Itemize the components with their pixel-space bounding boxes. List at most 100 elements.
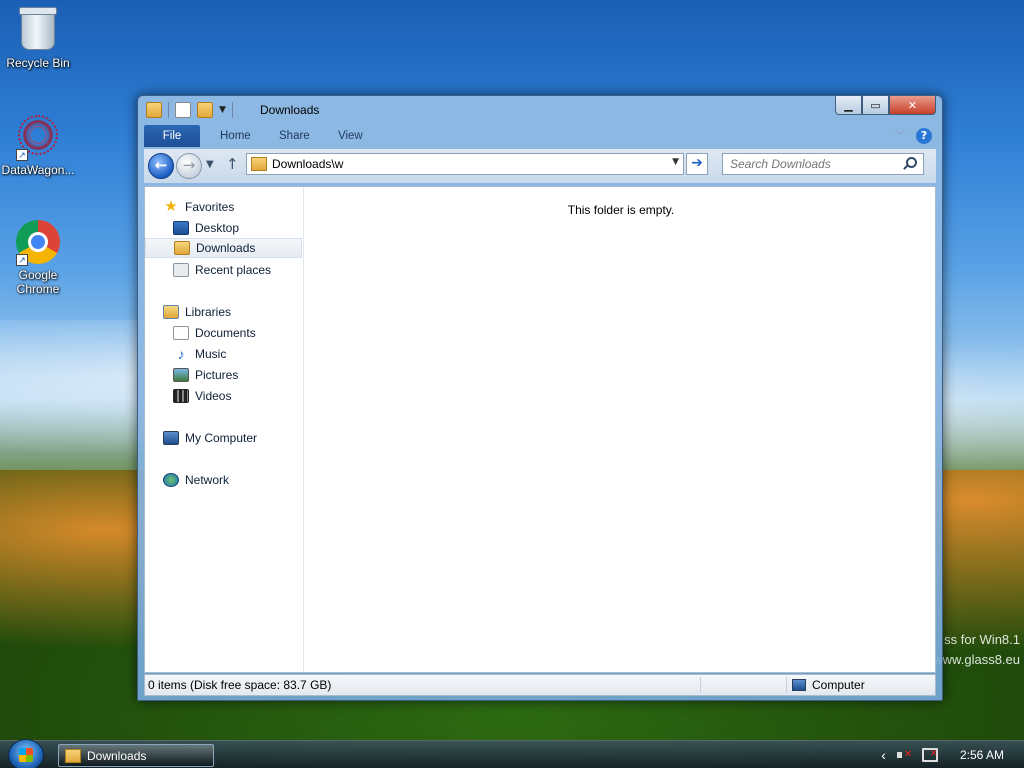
desktop-icon-label: DataWagon... xyxy=(1,163,75,177)
folder-icon xyxy=(251,157,267,171)
nav-pictures[interactable]: Pictures xyxy=(173,365,238,385)
address-bar[interactable]: ▼ xyxy=(246,153,684,175)
computer-icon xyxy=(792,679,806,691)
downloads-folder-icon xyxy=(174,241,190,255)
pictures-icon xyxy=(173,368,189,382)
music-icon: ♪ xyxy=(177,346,185,362)
network-icon xyxy=(163,473,179,487)
folder-icon xyxy=(146,102,162,118)
speaker-muted-icon[interactable] xyxy=(896,748,912,762)
empty-folder-message: This folder is empty. xyxy=(567,203,675,217)
show-hidden-icons-chevron-icon[interactable]: ‹ xyxy=(881,747,886,763)
shortcut-arrow-icon: ↗ xyxy=(16,254,28,266)
window-title: Downloads xyxy=(260,103,320,117)
content-area: ★ Favorites Desktop Downloads Recent pla… xyxy=(144,186,936,673)
quick-access-toolbar: ▼ xyxy=(146,102,233,118)
taskbar-button-downloads[interactable]: Downloads xyxy=(58,744,214,767)
status-item-count: 0 items (Disk free space: 83.7 GB) xyxy=(148,678,332,692)
navigation-pane: ★ Favorites Desktop Downloads Recent pla… xyxy=(145,187,304,672)
forward-button[interactable]: → xyxy=(176,153,202,179)
nav-label: Videos xyxy=(195,389,232,403)
explorer-window: ▼ Downloads ▁ ▭ ✕ File Home Share View ﹀… xyxy=(137,95,943,701)
nav-label: Pictures xyxy=(195,368,239,382)
computer-icon xyxy=(163,431,179,445)
tab-home[interactable]: Home xyxy=(206,125,265,147)
desktop-icon xyxy=(173,221,189,235)
tab-share[interactable]: Share xyxy=(265,125,324,147)
nav-music[interactable]: ♪ Music xyxy=(173,344,227,364)
nav-label: My Computer xyxy=(185,431,258,445)
desktop-icon-label: Google Chrome xyxy=(16,268,60,296)
expand-ribbon-icon[interactable]: ﹀ xyxy=(894,127,906,144)
qat-separator xyxy=(231,102,233,118)
shortcut-arrow-icon: ↗ xyxy=(16,149,28,161)
status-separator xyxy=(700,677,701,693)
folder-icon xyxy=(65,748,81,763)
search-input[interactable] xyxy=(730,157,900,171)
nav-label: Favorites xyxy=(185,200,235,214)
nav-documents[interactable]: Documents xyxy=(173,323,256,343)
nav-downloads[interactable]: Downloads xyxy=(145,238,302,258)
nav-desktop[interactable]: Desktop xyxy=(173,218,239,238)
nav-label: Libraries xyxy=(185,305,232,319)
new-folder-icon[interactable] xyxy=(197,102,213,118)
tab-file[interactable]: File xyxy=(144,125,200,147)
network-disconnected-icon[interactable] xyxy=(921,748,938,762)
libraries-icon xyxy=(163,305,179,319)
recent-locations-chevron-icon[interactable]: ▼ xyxy=(206,159,214,170)
nav-network[interactable]: Network xyxy=(163,470,229,490)
go-button[interactable]: ➔ xyxy=(686,153,708,175)
nav-label: Documents xyxy=(195,326,256,340)
watermark-line-2: www.glass8.eu xyxy=(933,652,1020,667)
nav-libraries[interactable]: Libraries xyxy=(163,302,231,322)
up-button[interactable]: ↑ xyxy=(226,155,239,173)
ribbon-controls: ﹀ ? xyxy=(894,127,932,144)
clock[interactable]: 2:56 AM xyxy=(960,748,1004,762)
maximize-button[interactable]: ▭ xyxy=(862,96,889,115)
tab-view[interactable]: View xyxy=(324,125,377,147)
title-bar[interactable]: ▼ Downloads ▁ ▭ ✕ xyxy=(138,96,942,124)
start-button[interactable] xyxy=(8,739,44,768)
help-icon[interactable]: ? xyxy=(916,127,932,144)
search-box[interactable] xyxy=(722,153,924,175)
customize-qat-icon[interactable]: ▼ xyxy=(219,105,226,115)
taskbar-button-label: Downloads xyxy=(87,748,147,763)
desktop-icon-google-chrome[interactable]: ↗ Google Chrome xyxy=(0,220,76,296)
nav-favorites[interactable]: ★ Favorites xyxy=(163,197,234,217)
star-icon: ★ xyxy=(164,198,178,215)
address-dropdown-icon[interactable]: ▼ xyxy=(672,157,679,167)
desktop-icon-label: Recycle Bin xyxy=(6,56,70,70)
recent-places-icon xyxy=(173,263,189,277)
nav-my-computer[interactable]: My Computer xyxy=(163,428,257,448)
desktop-icon-datawagon[interactable]: ↗ DataWagon... xyxy=(0,115,76,177)
nav-label: Downloads xyxy=(196,241,256,255)
nav-label: Recent places xyxy=(195,263,272,277)
close-button[interactable]: ✕ xyxy=(889,96,936,115)
nav-label: Desktop xyxy=(195,221,240,235)
recycle-bin-icon xyxy=(16,7,60,52)
videos-icon xyxy=(173,389,189,403)
status-location: Computer xyxy=(792,678,865,692)
desktop-icon-recycle-bin[interactable]: Recycle Bin xyxy=(0,7,76,70)
address-input[interactable] xyxy=(272,157,667,171)
nav-label: Network xyxy=(185,473,230,487)
navigation-bar: ← → ▼ ↑ ▼ ➔ xyxy=(144,149,936,183)
status-separator xyxy=(786,677,787,693)
ribbon-tabs: File Home Share View ﹀ ? xyxy=(144,125,936,147)
nav-recent-places[interactable]: Recent places xyxy=(173,260,271,280)
taskbar: Downloads ‹ 2:56 AM xyxy=(0,739,1024,768)
nav-label: Music xyxy=(195,347,227,361)
nav-videos[interactable]: Videos xyxy=(173,386,231,406)
minimize-button[interactable]: ▁ xyxy=(835,96,862,115)
documents-icon xyxy=(173,326,189,340)
search-icon[interactable] xyxy=(902,156,918,172)
status-location-label: Computer xyxy=(812,678,865,692)
back-button[interactable]: ← xyxy=(148,153,174,179)
qat-separator xyxy=(168,102,169,118)
desktop-watermark: ss for Win8.1 www.glass8.eu xyxy=(933,630,1020,670)
caption-buttons: ▁ ▭ ✕ xyxy=(835,96,936,115)
system-tray: ‹ 2:56 AM xyxy=(881,741,1024,768)
properties-icon[interactable] xyxy=(175,102,191,118)
watermark-line-1: ss for Win8.1 xyxy=(944,632,1020,647)
chrome-icon: ↗ xyxy=(16,220,60,266)
